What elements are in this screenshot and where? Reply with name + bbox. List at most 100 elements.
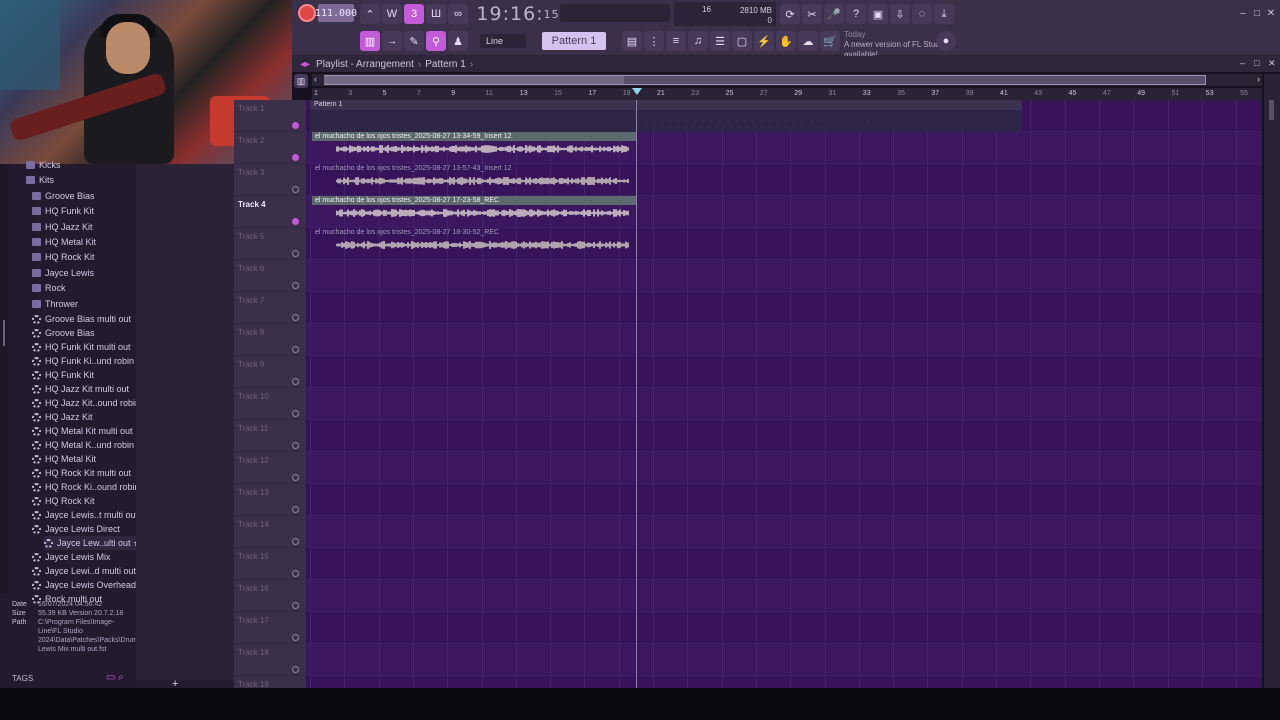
- metronome-icon[interactable]: ⌃: [360, 4, 380, 24]
- track-header[interactable]: Track 13: [234, 484, 306, 516]
- browser-preset[interactable]: Jayce Lewi..d multi out: [32, 564, 136, 578]
- snap-select[interactable]: Line: [480, 34, 526, 48]
- maximize-icon[interactable]: □: [1250, 6, 1264, 20]
- playlist-minimize-icon[interactable]: –: [1240, 58, 1245, 68]
- mixer-icon[interactable]: ≡: [666, 31, 686, 51]
- track-mute-icon[interactable]: [292, 506, 299, 513]
- track-header[interactable]: Track 10: [234, 388, 306, 420]
- track-lane[interactable]: [306, 676, 1262, 688]
- track-lane[interactable]: [306, 516, 1262, 548]
- track-mute-icon[interactable]: [292, 346, 299, 353]
- browser-preset[interactable]: Jayce Lewis Overhead: [32, 578, 136, 592]
- microphone-icon[interactable]: 🎤: [824, 4, 844, 24]
- playlist-close-icon[interactable]: ✕: [1268, 58, 1276, 69]
- track-lane[interactable]: [306, 548, 1262, 580]
- browser-folder[interactable]: Groove Bias: [32, 189, 95, 203]
- playlist-icon[interactable]: ▤: [622, 31, 642, 51]
- snap-link-icon[interactable]: ⚲: [426, 31, 446, 51]
- track-header[interactable]: Track 6: [234, 260, 306, 292]
- browser-preset[interactable]: Groove Bias: [32, 326, 95, 340]
- stamp-icon[interactable]: ♟: [448, 31, 468, 51]
- song-position-clock[interactable]: 19:16:15: [476, 2, 558, 26]
- browser-preset[interactable]: HQ Metal K..und robin: [32, 438, 134, 452]
- track-header[interactable]: Track 1: [234, 100, 306, 132]
- browser-folder[interactable]: Kits: [26, 173, 54, 187]
- close-icon[interactable]: ✕: [1264, 6, 1278, 20]
- help-icon[interactable]: ?: [846, 4, 866, 24]
- timeline-ruler[interactable]: 1 3 5 7 9 11 13 15 17 19 21 23 25 27 29 31 33 35 37 39 41 43 4…: [312, 88, 1262, 100]
- track-header[interactable]: Track 18: [234, 644, 306, 676]
- audio-clip[interactable]: el muchacho de los ojos tristes_2025-08-…: [312, 132, 636, 162]
- track-mute-icon[interactable]: [292, 314, 299, 321]
- browser-preset[interactable]: Jayce Lew..ulti out ★: [44, 536, 142, 550]
- audio-clip[interactable]: el muchacho de los ojos tristes_2025-08-…: [312, 196, 636, 226]
- track-lane[interactable]: [306, 644, 1262, 676]
- tempo-display[interactable]: 111.000: [315, 4, 357, 22]
- wait-input-icon[interactable]: W: [382, 4, 402, 24]
- track-header[interactable]: Track 8: [234, 324, 306, 356]
- track-header[interactable]: Track 7: [234, 292, 306, 324]
- track-lane[interactable]: [306, 612, 1262, 644]
- browser-preset[interactable]: Groove Bias multi out: [32, 312, 131, 326]
- track-mute-icon[interactable]: [292, 122, 299, 129]
- plugin-picker-icon[interactable]: ⚡: [754, 31, 774, 51]
- browser-folder[interactable]: Jayce Lewis: [32, 266, 94, 280]
- track-mute-icon[interactable]: [292, 442, 299, 449]
- browser-preset[interactable]: Jayce Lewis Direct: [32, 522, 120, 536]
- browser-preset[interactable]: HQ Rock Ki..ound robin: [32, 480, 140, 494]
- browser-folder[interactable]: Kicks: [26, 158, 61, 172]
- browser-folder[interactable]: Thrower: [32, 297, 78, 311]
- track-lane[interactable]: [306, 420, 1262, 452]
- browser-preset[interactable]: HQ Rock Kit multi out: [32, 466, 131, 480]
- track-header[interactable]: Track 16: [234, 580, 306, 612]
- track-header[interactable]: Track 15: [234, 548, 306, 580]
- cut-icon[interactable]: ✂: [802, 4, 822, 24]
- track-mute-icon[interactable]: [292, 666, 299, 673]
- piano-roll-view-icon[interactable]: ♫: [688, 31, 708, 51]
- playlist-pattern[interactable]: Pattern 1: [425, 59, 466, 70]
- pattern-selector[interactable]: Pattern 1: [542, 32, 606, 50]
- browser-folder[interactable]: HQ Funk Kit: [32, 204, 94, 218]
- browser-preset[interactable]: Jayce Lewis..t multi out: [32, 508, 138, 522]
- audio-clip[interactable]: el muchacho de los ojos tristes_2025-08-…: [312, 164, 636, 194]
- browser-preset[interactable]: HQ Jazz Kit: [32, 410, 93, 424]
- master-pitch-slider[interactable]: [560, 4, 670, 22]
- playlist-maximize-icon[interactable]: □: [1254, 58, 1259, 68]
- playhead-marker[interactable]: [632, 88, 642, 95]
- piano-roll-icon[interactable]: ▥: [360, 31, 380, 51]
- track-mute-icon[interactable]: [292, 378, 299, 385]
- chat-icon[interactable]: ◌: [912, 4, 932, 24]
- browser-scrollbar[interactable]: [0, 164, 8, 594]
- playlist-title-bar[interactable]: ◂▸ Playlist - Arrangement › Pattern 1 ›: [292, 56, 1280, 72]
- browser-preset[interactable]: HQ Metal Kit multi out: [32, 424, 133, 438]
- browser-folder[interactable]: HQ Rock Kit: [32, 250, 95, 264]
- track-lane[interactable]: [306, 580, 1262, 612]
- track-mute-icon[interactable]: [292, 570, 299, 577]
- scroll-right-icon[interactable]: ›: [1257, 74, 1260, 84]
- track-header[interactable]: Track 2: [234, 132, 306, 164]
- track-header[interactable]: Track 11: [234, 420, 306, 452]
- track-mute-icon[interactable]: [292, 602, 299, 609]
- browser-folder[interactable]: Rock: [32, 281, 66, 295]
- save-icon[interactable]: ▣: [868, 4, 888, 24]
- track-header[interactable]: Track 5: [234, 228, 306, 260]
- track-mute-icon[interactable]: [292, 250, 299, 257]
- countdown-icon[interactable]: 3: [404, 4, 424, 24]
- track-lane[interactable]: [306, 260, 1262, 292]
- track-mute-icon[interactable]: [292, 410, 299, 417]
- refresh-icon[interactable]: ⟳: [780, 4, 800, 24]
- plugin-database-icon[interactable]: ▢: [732, 31, 752, 51]
- track-lane[interactable]: [306, 484, 1262, 516]
- browser-preset[interactable]: HQ Funk Ki..und robin: [32, 354, 134, 368]
- track-lane[interactable]: [306, 452, 1262, 484]
- track-mute-icon[interactable]: [292, 218, 299, 225]
- track-mute-icon[interactable]: [292, 154, 299, 161]
- tag-search-icon[interactable]: ▭ ⌕: [106, 672, 124, 683]
- download-icon[interactable]: ⤓: [934, 4, 954, 24]
- step-edit-icon[interactable]: Ш: [426, 4, 446, 24]
- vertical-scrollbar[interactable]: [1264, 74, 1280, 688]
- track-mute-icon[interactable]: [292, 282, 299, 289]
- track-header[interactable]: Track 17: [234, 612, 306, 644]
- playlist-keyboard-icon[interactable]: ▥: [294, 74, 308, 88]
- record-button[interactable]: [298, 4, 316, 22]
